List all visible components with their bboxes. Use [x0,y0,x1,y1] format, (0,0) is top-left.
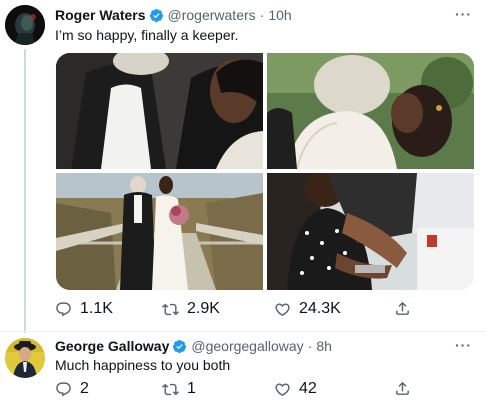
avatar[interactable] [5,5,45,45]
retweet-icon [162,303,179,315]
media-grid[interactable] [56,53,474,290]
tweet-george-galloway[interactable]: George Galloway @georgegalloway · 8h ···… [0,332,486,402]
share-icon [396,381,409,395]
more-dots-icon[interactable]: ··· [455,6,472,22]
separator: · [307,338,313,354]
author-name[interactable]: George Galloway [55,338,169,354]
photo-2[interactable] [267,53,474,169]
tweet-text: Much happiness to you both [55,357,231,373]
reply-icon [56,301,71,316]
verified-badge-icon [173,339,187,353]
share-button[interactable] [394,380,411,397]
heart-icon [275,302,290,316]
photo-4[interactable] [267,173,474,290]
retweet-button[interactable]: 2.9K [162,300,220,318]
reply-count: 2 [80,380,89,397]
retweet-count: 2.9K [187,300,220,317]
retweet-icon [162,383,179,395]
more-dots-icon[interactable]: ··· [455,337,472,353]
reply-icon [56,381,71,396]
like-button[interactable]: 42 [274,380,317,398]
author-handle[interactable]: @georgegalloway [191,338,303,354]
reply-count: 1.1K [80,300,113,317]
tweet-roger-waters[interactable]: Roger Waters @rogerwaters · 10h ··· I’m … [0,0,486,333]
timestamp[interactable]: 10h [268,7,291,23]
timestamp[interactable]: 8h [316,338,332,354]
share-button[interactable] [394,300,411,317]
avatar[interactable] [5,338,45,378]
reply-button[interactable]: 2 [55,380,89,398]
retweet-button[interactable]: 1 [162,380,196,398]
like-count: 24.3K [299,300,341,317]
thread-line [24,49,26,333]
author-name[interactable]: Roger Waters [55,7,146,23]
tweet-text: I’m so happy, finally a keeper. [55,27,239,43]
photo-1[interactable] [56,53,263,169]
reply-button[interactable]: 1.1K [55,300,113,318]
like-button[interactable]: 24.3K [274,300,341,318]
photo-3[interactable] [56,173,263,290]
verified-badge-icon [149,8,163,22]
author-handle[interactable]: @rogerwaters [168,7,256,23]
separator: · [259,7,265,23]
retweet-count: 1 [187,380,196,397]
like-count: 42 [299,380,317,397]
share-icon [396,301,409,315]
heart-icon [275,382,290,396]
